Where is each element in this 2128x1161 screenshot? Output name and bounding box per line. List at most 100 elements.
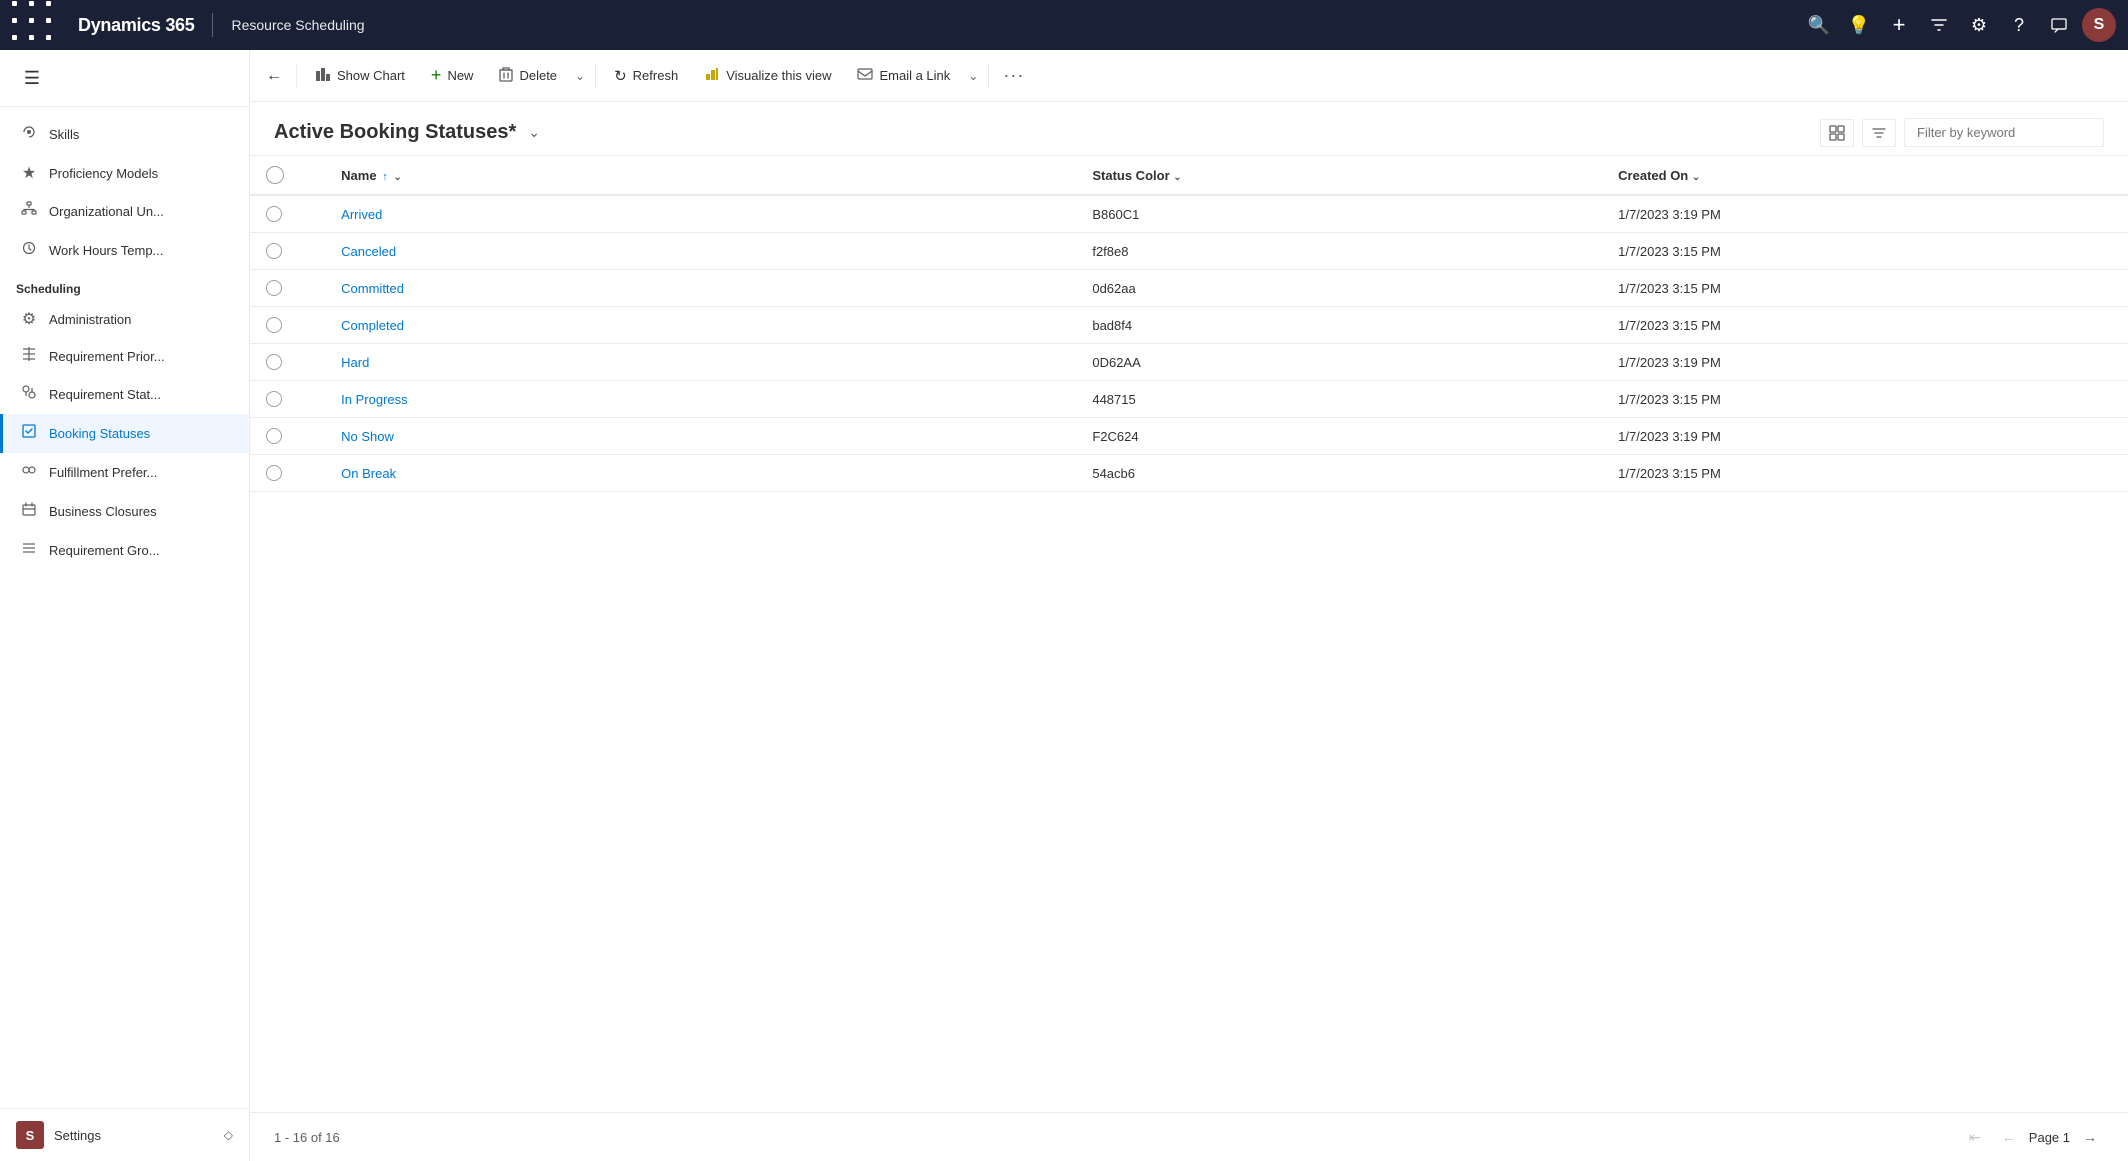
row-checkbox-6[interactable] xyxy=(266,428,282,444)
visualize-button[interactable]: Visualize this view xyxy=(692,58,843,94)
sidebar-item-administration[interactable]: ⚙ Administration xyxy=(0,300,249,338)
sidebar-item-label-fulfillment: Fulfillment Prefer... xyxy=(49,465,157,480)
row-created-cell-7: 1/7/2023 3:15 PM xyxy=(1602,455,2128,492)
page-title: Active Booking Statuses* xyxy=(274,121,516,144)
row-checkbox-7[interactable] xyxy=(266,465,282,481)
hamburger-button[interactable]: ☰ xyxy=(16,62,48,94)
lightbulb-icon[interactable]: 💡 xyxy=(1842,8,1876,42)
settings-icon[interactable]: ⚙ xyxy=(1962,8,1996,42)
row-name-link-5[interactable]: In Progress xyxy=(341,392,407,407)
sidebar-item-requirement-groups[interactable]: Requirement Gro... xyxy=(0,531,249,570)
skills-icon xyxy=(19,124,39,145)
row-name-cell-4: Hard xyxy=(325,344,1076,381)
view-toggle-button[interactable] xyxy=(1820,119,1854,147)
row-status-cell-2: 0d62aa xyxy=(1076,270,1602,307)
table-header-row: Name ↑ ⌄ Status Color ⌄ Created On ⌄ xyxy=(250,156,2128,195)
table-row: Completed bad8f4 1/7/2023 3:15 PM xyxy=(250,307,2128,344)
row-name-cell-3: Completed xyxy=(325,307,1076,344)
sidebar-item-requirement-priority[interactable]: Requirement Prior... xyxy=(0,338,249,375)
header-checkbox-cell xyxy=(250,156,325,195)
top-navigation: Dynamics 365 Resource Scheduling 🔍 💡 + ⚙… xyxy=(0,0,2128,50)
row-checkbox-cell xyxy=(250,381,325,418)
filter-icon[interactable] xyxy=(1922,8,1956,42)
table-container: Name ↑ ⌄ Status Color ⌄ Created On ⌄ xyxy=(250,156,2128,1112)
next-page-button[interactable]: → xyxy=(2076,1123,2104,1151)
row-name-link-1[interactable]: Canceled xyxy=(341,244,396,259)
record-count: 1 - 16 of 16 xyxy=(274,1130,340,1145)
req-groups-icon xyxy=(19,540,39,561)
name-chevron-icon[interactable]: ⌄ xyxy=(393,172,401,183)
app-grid-icon[interactable] xyxy=(12,1,60,49)
sidebar-settings[interactable]: S Settings ◇ xyxy=(0,1108,249,1161)
req-priority-icon xyxy=(19,347,39,366)
row-created-cell-1: 1/7/2023 3:15 PM xyxy=(1602,233,2128,270)
sidebar-item-org[interactable]: Organizational Un... xyxy=(0,192,249,231)
row-checkbox-5[interactable] xyxy=(266,391,282,407)
created-chevron-icon[interactable]: ⌄ xyxy=(1692,172,1700,183)
help-icon[interactable]: ? xyxy=(2002,8,2036,42)
settings-label: Settings xyxy=(54,1128,101,1143)
back-button[interactable]: ← xyxy=(258,58,290,94)
sidebar-item-business-closures[interactable]: Business Closures xyxy=(0,492,249,531)
page-title-chevron-icon[interactable]: ⌄ xyxy=(528,124,540,141)
row-checkbox-1[interactable] xyxy=(266,243,282,259)
table-row: No Show F2C624 1/7/2023 3:19 PM xyxy=(250,418,2128,455)
scheduling-section-header: Scheduling xyxy=(0,270,249,300)
row-name-cell-6: No Show xyxy=(325,418,1076,455)
row-name-link-2[interactable]: Committed xyxy=(341,281,404,296)
sidebar-item-fulfillment[interactable]: Fulfillment Prefer... xyxy=(0,453,249,492)
sidebar: ☰ Skills ★ Proficiency Models Organizati… xyxy=(0,50,250,1161)
search-icon[interactable]: 🔍 xyxy=(1802,8,1836,42)
row-checkbox-cell xyxy=(250,455,325,492)
show-chart-button[interactable]: Show Chart xyxy=(303,58,417,94)
row-checkbox-0[interactable] xyxy=(266,206,282,222)
sidebar-item-booking-statuses[interactable]: Booking Statuses xyxy=(0,414,249,453)
user-avatar[interactable]: S xyxy=(2082,8,2116,42)
pagination: ⇤ ← Page 1 → xyxy=(1961,1123,2104,1151)
row-name-link-7[interactable]: On Break xyxy=(341,466,396,481)
delete-button[interactable]: Delete xyxy=(487,58,569,94)
feedback-icon[interactable] xyxy=(2042,8,2076,42)
first-page-button[interactable]: ⇤ xyxy=(1961,1123,1989,1151)
name-sort-icon[interactable]: ↑ xyxy=(382,171,388,183)
refresh-label: Refresh xyxy=(633,68,679,83)
page-header: Active Booking Statuses* ⌄ xyxy=(250,102,2128,156)
filter-input[interactable] xyxy=(1904,118,2104,147)
cmd-divider-2 xyxy=(988,64,989,88)
email-dropdown-button[interactable]: ⌄ xyxy=(964,58,982,94)
new-button[interactable]: + New xyxy=(419,58,486,94)
table-row: Committed 0d62aa 1/7/2023 3:15 PM xyxy=(250,270,2128,307)
filter-button[interactable] xyxy=(1862,119,1896,147)
created-column-label: Created On xyxy=(1618,168,1688,183)
sidebar-item-requirement-status[interactable]: Requirement Stat... xyxy=(0,375,249,414)
sidebar-item-workhours[interactable]: Work Hours Temp... xyxy=(0,231,249,270)
select-all-checkbox[interactable] xyxy=(266,166,284,184)
sidebar-item-skills[interactable]: Skills xyxy=(0,115,249,154)
main-content: ← Show Chart + New Delete ⌄ xyxy=(250,50,2128,1161)
row-created-cell-3: 1/7/2023 3:15 PM xyxy=(1602,307,2128,344)
row-checkbox-3[interactable] xyxy=(266,317,282,333)
row-name-link-0[interactable]: Arrived xyxy=(341,207,382,222)
row-name-link-3[interactable]: Completed xyxy=(341,318,404,333)
add-icon[interactable]: + xyxy=(1882,8,1916,42)
prev-page-button[interactable]: ← xyxy=(1995,1123,2023,1151)
row-created-cell-6: 1/7/2023 3:19 PM xyxy=(1602,418,2128,455)
row-checkbox-2[interactable] xyxy=(266,280,282,296)
row-name-link-6[interactable]: No Show xyxy=(341,429,394,444)
row-created-cell-5: 1/7/2023 3:15 PM xyxy=(1602,381,2128,418)
row-name-cell-7: On Break xyxy=(325,455,1076,492)
sidebar-hamburger[interactable]: ☰ xyxy=(0,50,249,107)
sidebar-item-label-proficiency: Proficiency Models xyxy=(49,166,158,181)
row-name-link-4[interactable]: Hard xyxy=(341,355,369,370)
brand-name: Dynamics 365 xyxy=(78,15,194,36)
status-chevron-icon[interactable]: ⌄ xyxy=(1173,172,1181,183)
more-options-button[interactable]: ··· xyxy=(995,58,1032,94)
refresh-button[interactable]: ↻ Refresh xyxy=(602,58,690,94)
row-checkbox-4[interactable] xyxy=(266,354,282,370)
delete-dropdown-button[interactable]: ⌄ xyxy=(571,58,589,94)
row-name-cell-5: In Progress xyxy=(325,381,1076,418)
sidebar-item-proficiency[interactable]: ★ Proficiency Models xyxy=(0,154,249,192)
email-link-button[interactable]: Email a Link xyxy=(845,58,962,94)
row-created-cell-2: 1/7/2023 3:15 PM xyxy=(1602,270,2128,307)
visualize-icon xyxy=(704,66,720,86)
